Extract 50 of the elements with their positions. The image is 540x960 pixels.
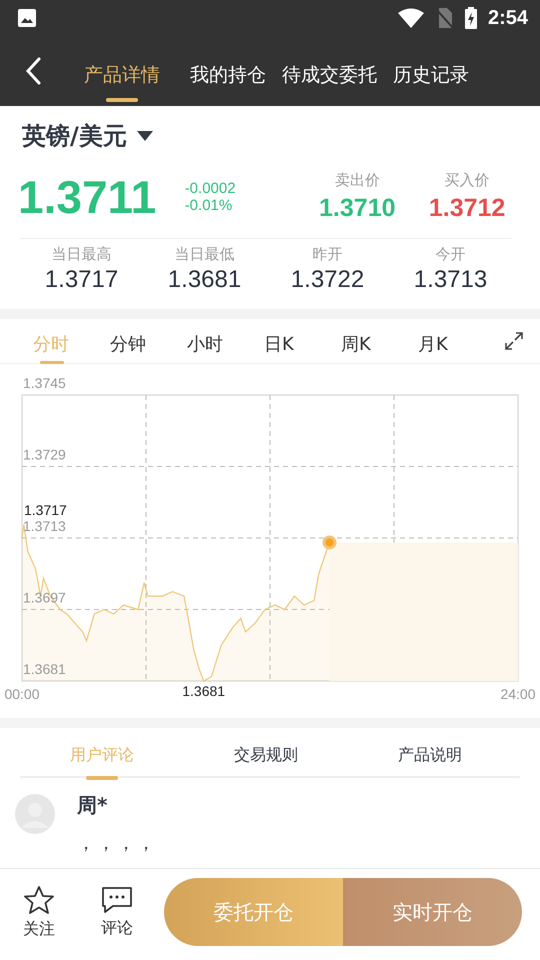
stat-label: 当日最高 bbox=[52, 245, 112, 264]
period-tab[interactable]: 小时 bbox=[187, 322, 264, 364]
stat-value: 1.3717 bbox=[44, 266, 118, 294]
low-price-label: 1.3681 bbox=[182, 683, 226, 699]
nav-tab[interactable]: 我的持仓 bbox=[190, 54, 266, 102]
stat-value: 1.3713 bbox=[414, 266, 488, 294]
nav-tab[interactable]: 历史记录 bbox=[393, 54, 469, 102]
star-icon bbox=[23, 884, 55, 914]
wifi-icon bbox=[398, 8, 424, 28]
stat-value: 1.3722 bbox=[290, 266, 364, 294]
back-icon[interactable] bbox=[24, 57, 42, 85]
price-change-percent: -0.01% bbox=[184, 197, 234, 214]
period-tab[interactable]: 周K bbox=[341, 322, 418, 364]
battery-icon bbox=[464, 7, 478, 29]
stat-label: 当日最低 bbox=[174, 245, 234, 264]
period-tab[interactable]: 分钟 bbox=[110, 322, 187, 364]
status-time: 2:54 bbox=[488, 6, 528, 30]
high-price-label: 1.3717 bbox=[24, 502, 67, 518]
y-axis-label: 1.3681 bbox=[23, 661, 66, 677]
product-name[interactable]: 英镑/美元 bbox=[22, 120, 127, 152]
y-axis-label: 1.3729 bbox=[23, 446, 66, 462]
buy-price-label: 买入价 bbox=[444, 171, 490, 190]
info-tab[interactable]: 交易规则 bbox=[234, 732, 298, 780]
last-price-dot bbox=[322, 535, 337, 550]
y-axis-label: 1.3745 bbox=[23, 375, 66, 391]
stat-label: 今开 bbox=[436, 245, 466, 264]
expand-icon[interactable] bbox=[504, 331, 524, 351]
stat-label: 昨开 bbox=[312, 245, 342, 264]
sell-price-label: 卖出价 bbox=[334, 171, 380, 190]
comment-author: 周* bbox=[77, 792, 108, 819]
x-axis-label: 00:00 bbox=[4, 686, 40, 702]
nav-tab[interactable]: 产品详情 bbox=[84, 54, 160, 102]
period-tab[interactable]: 日K bbox=[264, 322, 341, 364]
caret-icon[interactable] bbox=[136, 131, 153, 141]
x-axis-label: 24:00 bbox=[500, 686, 536, 702]
stat-value: 1.3681 bbox=[168, 266, 242, 294]
price-change: -0.0002 bbox=[184, 180, 237, 197]
info-tab[interactable]: 产品说明 bbox=[398, 732, 462, 780]
y-axis-label: 1.3713 bbox=[23, 518, 66, 534]
chat-icon bbox=[101, 886, 133, 914]
follow-button[interactable]: 关注 bbox=[0, 884, 78, 940]
period-tab[interactable]: 月K bbox=[418, 322, 495, 364]
sell-price: 1.3710 bbox=[319, 194, 396, 223]
avatar bbox=[15, 794, 55, 834]
buy-price: 1.3712 bbox=[428, 194, 506, 223]
nav-tab[interactable]: 待成交委托 bbox=[282, 54, 377, 102]
image-icon bbox=[17, 8, 37, 28]
comment-button[interactable]: 评论 bbox=[78, 886, 156, 938]
comment-text: ，，，， bbox=[77, 832, 157, 855]
current-price: 1.3711 bbox=[18, 170, 158, 224]
